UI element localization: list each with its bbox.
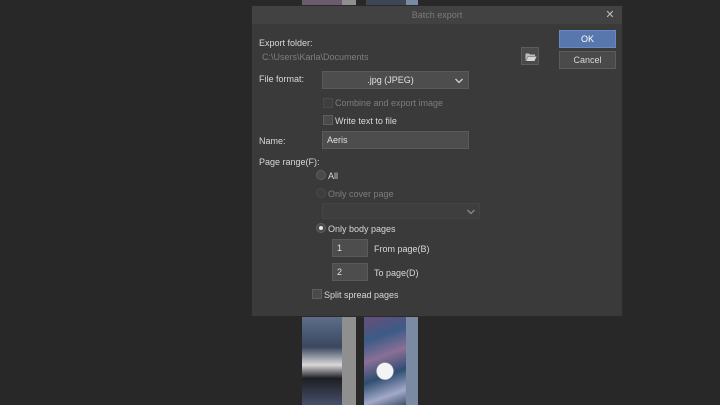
chevron-down-icon bbox=[467, 209, 475, 215]
radio-only-cover[interactable] bbox=[316, 188, 326, 198]
dialog-title: Batch export bbox=[411, 10, 463, 20]
combine-export-checkbox[interactable] bbox=[323, 98, 333, 108]
export-folder-field[interactable]: C:\Users\Karla\Documents bbox=[257, 48, 517, 65]
page-thumbnail bbox=[302, 316, 342, 405]
radio-all-label: All bbox=[328, 171, 339, 181]
cancel-button[interactable]: Cancel bbox=[559, 51, 616, 69]
cover-page-select[interactable] bbox=[322, 203, 480, 219]
radio-all[interactable] bbox=[316, 170, 326, 180]
close-icon[interactable]: ✕ bbox=[603, 8, 617, 22]
name-label: Name: bbox=[259, 136, 286, 146]
browse-folder-button[interactable] bbox=[521, 47, 539, 65]
chevron-down-icon bbox=[455, 78, 463, 84]
export-folder-label: Export folder: bbox=[259, 38, 313, 48]
radio-only-body[interactable] bbox=[316, 223, 326, 233]
from-page-input[interactable]: 1 bbox=[332, 239, 368, 257]
batch-export-dialog: Batch export ✕ Export folder: C:\Users\K… bbox=[251, 5, 623, 317]
folder-open-icon bbox=[525, 53, 537, 61]
combine-export-label: Combine and export image bbox=[335, 98, 444, 108]
from-page-label: From page(B) bbox=[374, 244, 430, 254]
radio-only-cover-label: Only cover page bbox=[328, 189, 394, 199]
ok-button[interactable]: OK bbox=[559, 30, 616, 48]
to-page-label: To page(D) bbox=[374, 268, 419, 278]
dialog-title-bar[interactable]: Batch export ✕ bbox=[252, 6, 622, 24]
file-format-select[interactable]: .jpg (JPEG) bbox=[322, 71, 469, 89]
split-spread-label: Split spread pages bbox=[324, 290, 399, 300]
radio-only-body-label: Only body pages bbox=[328, 224, 396, 234]
file-format-value: .jpg (JPEG) bbox=[367, 75, 414, 85]
to-page-input[interactable]: 2 bbox=[332, 263, 368, 281]
name-input[interactable]: Aeris bbox=[322, 131, 469, 149]
file-format-label: File format: bbox=[259, 74, 305, 84]
page-thumbnail bbox=[364, 316, 406, 405]
write-text-checkbox[interactable] bbox=[323, 115, 333, 125]
split-spread-checkbox[interactable] bbox=[312, 289, 322, 299]
page-range-label: Page range(F): bbox=[259, 157, 320, 167]
write-text-label: Write text to file bbox=[335, 116, 397, 126]
